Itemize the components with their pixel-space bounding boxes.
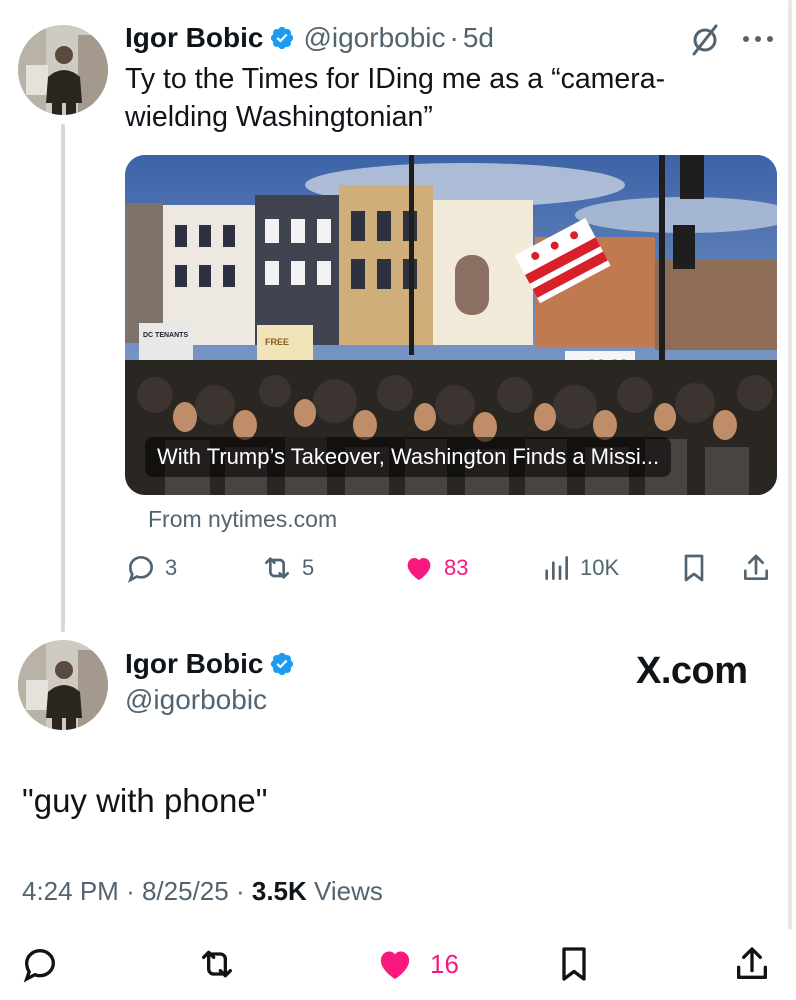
separator: · <box>126 876 135 906</box>
tweet1-text: Ty to the Times for IDing me as a “camer… <box>125 63 666 133</box>
reply-count: 3 <box>165 555 178 580</box>
share-icon <box>737 947 767 979</box>
share-button[interactable] <box>732 944 772 984</box>
scrollbar[interactable] <box>788 0 792 930</box>
like-icon <box>380 951 410 979</box>
tweet-date[interactable]: 8/25/25 <box>142 876 229 906</box>
sign-text-free: FREE <box>265 337 289 347</box>
share-icon <box>744 554 768 580</box>
grok-icon[interactable] <box>690 22 720 56</box>
reply-button[interactable]: 3 <box>125 552 177 584</box>
repost-icon <box>202 950 232 978</box>
bookmark-button[interactable] <box>554 944 594 984</box>
reply-button[interactable] <box>20 944 60 984</box>
reply-icon <box>23 948 56 983</box>
verified-badge-icon <box>269 651 295 677</box>
views-count: 10K <box>580 555 620 580</box>
views-icon <box>545 556 568 580</box>
repost-button[interactable]: 5 <box>260 552 314 584</box>
author-name[interactable]: Igor Bobic <box>125 648 263 680</box>
views-count: 3.5K <box>251 876 307 906</box>
tweet2-actions: 16 <box>0 942 796 986</box>
repost-icon <box>265 557 289 579</box>
sign-text-tenants: DC TENANTS <box>143 332 188 339</box>
author-handle[interactable]: @igorbobic <box>303 22 445 54</box>
tweet2-header: Igor Bobic <box>125 648 295 680</box>
bookmark-icon <box>562 947 586 981</box>
author-name[interactable]: Igor Bobic <box>125 22 263 54</box>
tweet1-actions: 3 5 83 10K <box>0 552 796 592</box>
separator: · <box>235 876 245 906</box>
separator: · <box>449 22 459 53</box>
like-count: 83 <box>444 555 469 580</box>
like-button[interactable]: 83 <box>402 552 468 584</box>
bookmark-button[interactable] <box>678 552 710 584</box>
like-button[interactable]: 16 <box>374 944 459 984</box>
views-label: Views <box>314 876 383 906</box>
avatar[interactable] <box>18 640 108 730</box>
tweet-time[interactable]: 4:24 PM <box>22 876 119 906</box>
like-count: 16 <box>430 948 459 979</box>
tweet2-text: "guy with phone" <box>22 782 268 819</box>
tweet1-header: Igor Bobic @igorbobic · 5d <box>125 18 494 58</box>
repost-count: 5 <box>302 555 315 580</box>
link-card[interactable]: DC TENANTS FREE GO-GO With Trump’s Take <box>125 155 777 495</box>
reply-icon <box>127 555 154 583</box>
share-button[interactable] <box>740 552 772 584</box>
tweet-meta: 4:24 PM · 8/25/25 · 3.5K Views <box>22 876 383 907</box>
timestamp[interactable]: 5d <box>463 22 494 54</box>
avatar[interactable] <box>18 25 108 115</box>
card-source[interactable]: From nytimes.com <box>148 506 337 533</box>
verified-badge-icon <box>269 25 295 51</box>
bookmark-icon <box>684 554 704 582</box>
card-title[interactable]: With Trump’s Takeover, Washington Finds … <box>145 437 672 477</box>
views-button[interactable]: 10K <box>540 552 619 584</box>
repost-button[interactable] <box>196 944 238 984</box>
x-brand-logo: X.com <box>636 650 748 692</box>
author-handle[interactable]: @igorbobic <box>125 684 267 716</box>
like-icon <box>407 558 431 580</box>
more-icon[interactable] <box>740 24 776 54</box>
